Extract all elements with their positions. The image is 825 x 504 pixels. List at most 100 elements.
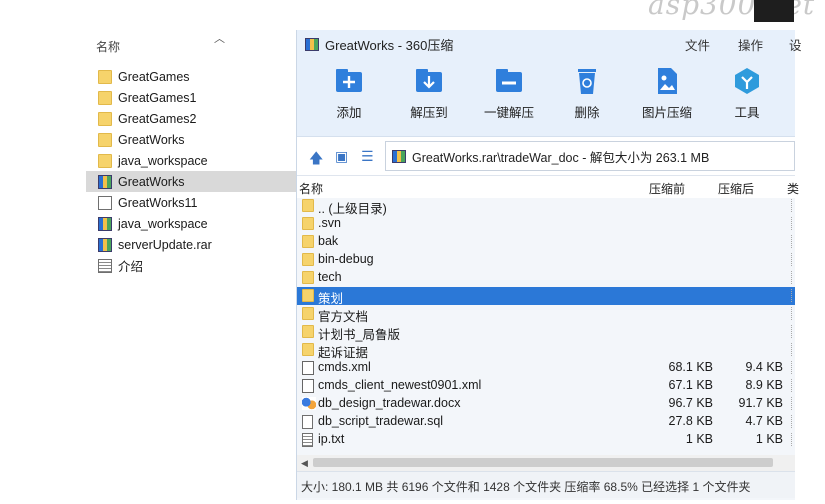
explorer-item[interactable]: GreatWorks xyxy=(86,171,296,192)
file-size-before: 67.1 KB xyxy=(668,378,713,392)
file-size-before: 96.7 KB xyxy=(668,396,713,410)
file-size-after: 8.9 KB xyxy=(745,378,783,392)
file-name: cmds.xml xyxy=(318,360,371,374)
file-row[interactable]: 起诉证据 xyxy=(297,341,795,360)
file-size-after: 4.7 KB xyxy=(745,414,783,428)
column-divider xyxy=(791,217,793,230)
explorer-item[interactable]: GreatWorks xyxy=(86,129,296,150)
explorer-item-label: java_workspace xyxy=(118,153,208,168)
app-archive-icon xyxy=(305,37,319,51)
recycle-bin-icon xyxy=(572,66,602,96)
folder-icon xyxy=(302,307,314,320)
explorer-item-label: GreatGames2 xyxy=(118,111,197,126)
explorer-item-label: 介绍 xyxy=(118,260,144,274)
file-row[interactable]: bin-debug xyxy=(297,251,795,269)
one-click-extract-icon xyxy=(494,66,524,96)
explorer-file-list: GreatGames GreatGames1 GreatGames2 GreatWor… xyxy=(86,66,296,276)
column-divider xyxy=(791,235,793,248)
up-arrow-icon[interactable]: 🡅 xyxy=(309,148,323,172)
file-row[interactable]: .svn xyxy=(297,215,795,233)
add-button[interactable]: 添加 xyxy=(313,66,385,121)
file-row[interactable]: ip.txt 1 KB 1 KB xyxy=(297,431,795,449)
folder-icon xyxy=(98,69,112,84)
column-divider xyxy=(791,415,793,428)
file-row[interactable]: cmds_client_newest0901.xml 67.1 KB 8.9 KB xyxy=(297,377,795,395)
title-bar: GreatWorks - 360压缩 文件 操作 设 xyxy=(297,30,802,58)
archive-icon xyxy=(98,174,112,189)
menu-file[interactable]: 文件 xyxy=(685,35,710,54)
column-size-before[interactable]: 压缩前 xyxy=(649,180,685,197)
file-row[interactable]: 计划书_局鲁版 xyxy=(297,323,795,342)
sort-ascending-icon[interactable]: ︿ xyxy=(214,30,225,46)
column-type[interactable]: 类 xyxy=(787,180,799,197)
explorer-item[interactable]: serverUpdate.rar xyxy=(86,234,296,255)
extract-to-button[interactable]: 解压到 xyxy=(393,66,465,121)
file-list-header: 名称 压缩前 压缩后 类 xyxy=(297,176,799,198)
scroll-left-icon[interactable]: ◀ xyxy=(301,458,308,469)
folder-icon xyxy=(302,343,314,356)
file-row[interactable]: db_design_tradewar.docx 96.7 KB 91.7 KB xyxy=(297,395,795,413)
explorer-item-label: GreatWorks xyxy=(118,174,185,189)
file-row[interactable]: cmds.xml 68.1 KB 9.4 KB xyxy=(297,359,795,377)
explorer-item[interactable]: java_workspace xyxy=(86,213,296,234)
archive-icon xyxy=(392,149,406,163)
column-divider xyxy=(791,343,793,356)
image-compress-icon xyxy=(652,66,682,96)
file-size-after: 1 KB xyxy=(755,432,783,446)
menu-settings[interactable]: 设 xyxy=(789,35,802,54)
column-divider xyxy=(791,307,793,320)
folder-icon xyxy=(98,132,112,147)
horizontal-scrollbar[interactable]: ◀ xyxy=(297,455,795,471)
file-name: .svn xyxy=(318,216,341,230)
explorer-item[interactable]: GreatGames2 xyxy=(86,108,296,129)
file-row[interactable]: 策划 xyxy=(297,287,795,306)
list-view-icon[interactable]: ☰ xyxy=(361,148,374,165)
file-size-after: 91.7 KB xyxy=(738,396,783,410)
scrollbar-thumb[interactable] xyxy=(313,458,773,467)
window-title: GreatWorks - 360压缩 xyxy=(325,37,454,53)
explorer-item[interactable]: GreatGames xyxy=(86,66,296,87)
thumbnail-view-icon[interactable]: ▣ xyxy=(335,148,348,165)
text-file-icon xyxy=(302,433,313,447)
delete-button[interactable]: 删除 xyxy=(551,66,623,121)
address-field[interactable]: GreatWorks.rar\tradeWar_doc - 解包大小为 263.… xyxy=(385,141,795,171)
folder-icon xyxy=(302,235,314,248)
address-path: GreatWorks.rar\tradeWar_doc - 解包大小为 263.… xyxy=(412,150,710,165)
file-name: ip.txt xyxy=(318,432,345,446)
column-name[interactable]: 名称 xyxy=(299,180,323,197)
xml-file-icon xyxy=(302,361,314,375)
column-size-after[interactable]: 压缩后 xyxy=(718,180,754,197)
file-icon xyxy=(302,415,313,429)
file-name: cmds_client_newest0901.xml xyxy=(318,378,482,392)
tools-button[interactable]: 工具 xyxy=(711,66,783,121)
explorer-item-label: serverUpdate.rar xyxy=(118,237,212,252)
extract-to-icon xyxy=(414,66,444,96)
file-name: db_design_tradewar.docx xyxy=(318,396,461,410)
folder-icon xyxy=(98,90,112,105)
folder-icon xyxy=(302,253,314,266)
one-click-extract-button[interactable]: 一键解压 xyxy=(473,66,545,121)
toolbar: 添加 解压到 一键解压 删除 图片压缩 工具 xyxy=(297,58,795,137)
docx-file-icon xyxy=(302,397,316,410)
file-row[interactable]: bak xyxy=(297,233,795,251)
menu-operation[interactable]: 操作 xyxy=(738,35,763,54)
file-row[interactable]: db_script_tradewar.sql 27.8 KB 4.7 KB xyxy=(297,413,795,431)
archive-window: GreatWorks - 360压缩 文件 操作 设 添加 解压到 一键解压 删… xyxy=(296,30,802,500)
explorer-item[interactable]: GreatWorks11 xyxy=(86,192,296,213)
file-row[interactable]: .. (上级目录) xyxy=(297,197,795,216)
folder-icon xyxy=(98,153,112,168)
column-divider xyxy=(791,289,793,302)
explorer-item-label: GreatGames xyxy=(118,69,190,84)
explorer-item[interactable]: java_workspace xyxy=(86,150,296,171)
file-row[interactable]: 官方文档 xyxy=(297,305,795,324)
explorer-item[interactable]: GreatGames1 xyxy=(86,87,296,108)
file-explorer-pane: ︿ 名称 GreatGames GreatGames1 GreatGames2 Gre… xyxy=(86,32,296,332)
folder-icon xyxy=(302,199,314,212)
image-compress-button[interactable]: 图片压缩 xyxy=(631,66,703,121)
folder-icon xyxy=(302,325,314,338)
file-row[interactable]: tech xyxy=(297,269,795,287)
explorer-item[interactable]: 介绍 xyxy=(86,255,296,276)
column-header-name[interactable]: 名称 xyxy=(96,38,120,55)
file-name: tech xyxy=(318,270,342,284)
column-divider xyxy=(791,433,793,446)
